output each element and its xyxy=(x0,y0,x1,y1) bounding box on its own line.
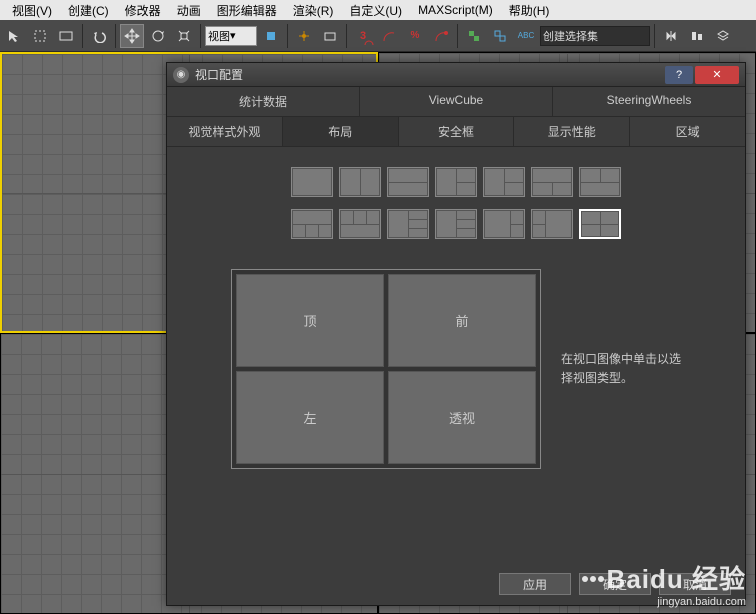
close-button[interactable]: ✕ xyxy=(695,66,739,84)
menu-modifiers[interactable]: 修改器 xyxy=(117,2,169,19)
tab-regions[interactable]: 区域 xyxy=(630,117,745,146)
layout-opt-5[interactable] xyxy=(483,167,525,197)
layout-opt-14[interactable] xyxy=(579,209,621,239)
apply-button[interactable]: 应用 xyxy=(499,573,571,595)
ok-button[interactable]: 确定 xyxy=(579,573,651,595)
layout-options xyxy=(187,167,725,239)
cancel-button[interactable]: 取消 xyxy=(659,573,731,595)
layout-opt-9[interactable] xyxy=(339,209,381,239)
ref-coord-dropdown[interactable]: 视图 ▾ xyxy=(205,26,257,46)
preview-cell-top[interactable]: 顶 xyxy=(236,274,384,367)
layout-preview: 顶 前 左 透视 xyxy=(231,269,541,469)
select-scale-icon[interactable] xyxy=(172,24,196,48)
dialog-title: 视口配置 xyxy=(195,66,243,83)
dialog-tabs-row1: 统计数据 ViewCube SteeringWheels xyxy=(167,87,745,117)
menu-graph-editors[interactable]: 图形编辑器 xyxy=(209,2,285,19)
preview-cell-left[interactable]: 左 xyxy=(236,371,384,464)
layout-opt-13[interactable] xyxy=(531,209,573,239)
layout-opt-12[interactable] xyxy=(483,209,525,239)
tab-safe-frames[interactable]: 安全框 xyxy=(399,117,515,146)
viewport-config-dialog: ◉ 视口配置 ? ✕ 统计数据 ViewCube SteeringWheels … xyxy=(166,62,746,606)
menu-create[interactable]: 创建(C) xyxy=(60,2,117,19)
main-toolbar: 视图 ▾ 3 % ABC 创建选择集 xyxy=(0,20,756,52)
select-window-icon[interactable] xyxy=(54,24,78,48)
tab-statistics[interactable]: 统计数据 xyxy=(167,87,360,116)
dialog-tabs-row2: 视觉样式外观 布局 安全框 显示性能 区域 xyxy=(167,117,745,147)
dialog-body: 顶 前 左 透视 在视口图像中单击以选择视图类型。 xyxy=(167,147,745,489)
dialog-titlebar[interactable]: ◉ 视口配置 ? ✕ xyxy=(167,63,745,87)
layout-opt-11[interactable] xyxy=(435,209,477,239)
menu-customize[interactable]: 自定义(U) xyxy=(341,2,410,19)
layout-opt-10[interactable] xyxy=(387,209,429,239)
abc-icon[interactable]: ABC xyxy=(514,24,538,48)
layout-opt-8[interactable] xyxy=(291,209,333,239)
tab-layout[interactable]: 布局 xyxy=(283,117,399,146)
tab-visual-style[interactable]: 视觉样式外观 xyxy=(167,117,283,146)
undo-icon[interactable] xyxy=(87,24,111,48)
menu-rendering[interactable]: 渲染(R) xyxy=(285,2,342,19)
edit-named-sel-icon[interactable] xyxy=(488,24,512,48)
menu-view[interactable]: 视图(V) xyxy=(4,2,60,19)
use-center-icon[interactable] xyxy=(259,24,283,48)
mirror-icon[interactable] xyxy=(659,24,683,48)
angle-snap-icon[interactable] xyxy=(377,24,401,48)
menu-maxscript[interactable]: MAXScript(M) xyxy=(410,3,501,17)
preview-cell-perspective[interactable]: 透视 xyxy=(388,371,536,464)
snap-toggle-3-icon[interactable]: 3 xyxy=(351,24,375,48)
layers-icon[interactable] xyxy=(711,24,735,48)
selection-set-dropdown[interactable]: 创建选择集 xyxy=(540,26,650,46)
layout-opt-2[interactable] xyxy=(339,167,381,197)
menu-bar: 视图(V) 创建(C) 修改器 动画 图形编辑器 渲染(R) 自定义(U) MA… xyxy=(0,0,756,20)
layout-opt-6[interactable] xyxy=(531,167,573,197)
keyboard-shortcut-icon[interactable] xyxy=(318,24,342,48)
menu-help[interactable]: 帮助(H) xyxy=(501,2,558,19)
named-sel-sets-icon[interactable] xyxy=(462,24,486,48)
layout-opt-1[interactable] xyxy=(291,167,333,197)
help-button[interactable]: ? xyxy=(665,66,693,84)
layout-opt-3[interactable] xyxy=(387,167,429,197)
dialog-app-icon: ◉ xyxy=(173,67,189,83)
select-manipulate-icon[interactable] xyxy=(292,24,316,48)
spinner-snap-icon[interactable] xyxy=(429,24,453,48)
layout-opt-7[interactable] xyxy=(579,167,621,197)
percent-snap-icon[interactable]: % xyxy=(403,24,427,48)
tab-steeringwheels[interactable]: SteeringWheels xyxy=(553,87,745,116)
select-object-icon[interactable] xyxy=(2,24,26,48)
select-rotate-icon[interactable] xyxy=(146,24,170,48)
select-move-icon[interactable] xyxy=(120,24,144,48)
menu-animation[interactable]: 动画 xyxy=(169,2,209,19)
tab-display-perf[interactable]: 显示性能 xyxy=(514,117,630,146)
dialog-buttons: 应用 确定 取消 xyxy=(499,573,731,595)
layout-opt-4[interactable] xyxy=(435,167,477,197)
preview-cell-front[interactable]: 前 xyxy=(388,274,536,367)
select-region-icon[interactable] xyxy=(28,24,52,48)
layout-hint-text: 在视口图像中单击以选择视图类型。 xyxy=(561,350,681,388)
align-icon[interactable] xyxy=(685,24,709,48)
tab-viewcube[interactable]: ViewCube xyxy=(360,87,553,116)
